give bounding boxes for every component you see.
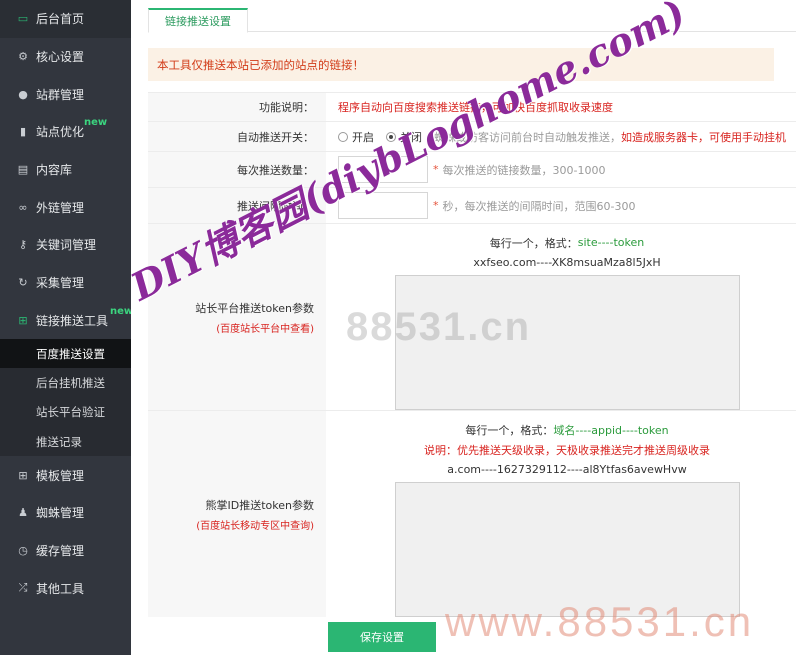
shuffle-icon: ⤮ <box>18 581 28 595</box>
example-line: xxfseo.com----XK8msuaMza8l5JxH <box>473 256 661 270</box>
sidebar-item-label: 模板管理 <box>36 468 85 483</box>
sidebar-item-label: 站群管理 <box>36 87 85 102</box>
row-webmaster-token: 站长平台推送token参数 (百度站长平台中查看) 每行一个，格式： site-… <box>148 223 796 411</box>
example-line: a.com----1627329112----al8Ytfas6avewHvw <box>447 463 687 477</box>
row-push-count: 每次推送数量： * 每次推送的链接数量，300-1000 <box>148 151 796 187</box>
field-label-group: 熊掌ID推送token参数 (百度站长移动专区中查询) <box>148 411 326 617</box>
new-badge: new <box>84 117 108 129</box>
sidebar-item-label: 关键词管理 <box>36 238 97 253</box>
windows-icon: ⊞ <box>18 313 28 327</box>
webmaster-token-textarea[interactable] <box>394 274 740 411</box>
field-label: 推送间隔时间： <box>148 188 326 223</box>
tab-bar: 链接推送设置 <box>148 8 796 33</box>
sidebar-item-label: 其他工具 <box>36 581 85 596</box>
push-interval-input[interactable] <box>338 192 428 219</box>
field-sub-hint: (百度站长移动专区中查询) <box>196 520 314 532</box>
sidebar-item-label: 蜘蛛管理 <box>36 506 85 521</box>
bar-chart-icon: ▮ <box>19 125 27 139</box>
row-auto-push: 自动推送开关： 开启 关闭 蜘蛛或访客访问前台时自动触发推送， 如造成服务器卡，… <box>148 121 796 151</box>
subnav-baidu-push[interactable]: 百度推送设置 <box>0 339 131 369</box>
notice-banner: 本工具仅推送本站已添加的站点的链接！ <box>148 48 774 81</box>
subnav-push-log[interactable]: 推送记录 <box>0 427 131 456</box>
sidebar-item-content-library[interactable]: ▤ 内容库 <box>0 151 131 189</box>
sidebar-item-label: 缓存管理 <box>36 544 85 559</box>
android-icon: ♟ <box>18 506 28 520</box>
sidebar: ▭ 后台首页 ⚙ 核心设置 ● 站群管理 ▮ 站点优化 new ▤ 内容库 ∞ … <box>0 0 134 655</box>
format-line: 每行一个，格式： 域名----appid----token <box>465 420 668 440</box>
sidebar-item-label: 核心设置 <box>36 50 85 65</box>
sidebar-item-label: 后台首页 <box>36 12 85 27</box>
sidebar-item-label: 外链管理 <box>36 200 85 215</box>
refresh-icon: ↻ <box>18 276 28 290</box>
save-area: 保存设置 <box>328 622 436 652</box>
field-label: 功能说明： <box>148 93 326 121</box>
xzh-token-textarea[interactable] <box>394 481 740 617</box>
sidebar-item-keywords[interactable]: ⚷ 关键词管理 <box>0 226 131 264</box>
format-text: site----token <box>577 236 645 250</box>
tab-link-push-settings[interactable]: 链接推送设置 <box>148 8 248 33</box>
auto-push-hint: 蜘蛛或访客访问前台时自动触发推送， <box>434 130 621 144</box>
sidebar-item-cache[interactable]: ◷ 缓存管理 <box>0 532 131 570</box>
windows-icon: ⊞ <box>18 468 28 482</box>
key-icon: ⚷ <box>18 238 28 252</box>
sidebar-item-label: 内容库 <box>36 163 73 178</box>
field-label-group: 站长平台推送token参数 (百度站长平台中查看) <box>148 224 326 410</box>
radio-circle-icon <box>338 131 348 142</box>
sidebar-item-other-tools[interactable]: ⤮ 其他工具 <box>0 569 131 607</box>
sidebar-item-external-links[interactable]: ∞ 外链管理 <box>0 188 131 226</box>
document-icon: ▤ <box>17 163 29 177</box>
sidebar-item-label: 采集管理 <box>36 276 85 291</box>
field-label: 自动推送开关： <box>148 122 326 151</box>
auto-push-hint-warning: 如造成服务器卡，可使用手动挂机 <box>621 130 786 144</box>
format-text: 域名----appid----token <box>553 423 669 437</box>
user-icon: ● <box>18 87 28 101</box>
format-line: 每行一个，格式： site----token <box>490 233 645 253</box>
push-interval-hint: 秒，每次推送的间隔时间，范围60-300 <box>442 199 636 213</box>
radio-checked-icon <box>386 131 396 142</box>
radio-on[interactable]: 开启 <box>338 129 374 145</box>
format-prefix: 每行一个，格式： <box>489 236 578 250</box>
sidebar-item-label: 链接推送工具 <box>36 313 109 328</box>
clock-icon: ◷ <box>18 544 28 558</box>
sidebar-item-templates[interactable]: ⊞ 模板管理 <box>0 456 131 494</box>
new-badge: new <box>110 305 134 317</box>
description-text: 程序自动向百度搜索推送链接，可加快百度抓取收录速度 <box>338 101 613 114</box>
app-window: ▭ 后台首页 ⚙ 核心设置 ● 站群管理 ▮ 站点优化 new ▤ 内容库 ∞ … <box>0 0 796 655</box>
subnav-background-push[interactable]: 后台挂机推送 <box>0 368 131 397</box>
gear-icon: ⚙ <box>18 50 28 64</box>
sidebar-item-site-group[interactable]: ● 站群管理 <box>0 75 131 113</box>
push-count-hint: 每次推送的链接数量，300-1000 <box>442 163 606 177</box>
sidebar-item-core-settings[interactable]: ⚙ 核心设置 <box>0 38 131 76</box>
row-description: 功能说明： 程序自动向百度搜索推送链接，可加快百度抓取收录速度 <box>148 92 796 121</box>
save-button[interactable]: 保存设置 <box>328 622 436 652</box>
field-label: 站长平台推送token参数 <box>195 301 314 315</box>
sidebar-item-site-optimize[interactable]: ▮ 站点优化 new <box>0 113 131 151</box>
sidebar-item-link-push[interactable]: ⊞ 链接推送工具 new <box>0 302 134 340</box>
sidebar-item-label: 站点优化 <box>36 125 85 140</box>
sidebar-item-spiders[interactable]: ♟ 蜘蛛管理 <box>0 494 131 532</box>
push-count-input[interactable] <box>338 156 428 183</box>
required-star-icon: * <box>433 199 439 212</box>
priority-note: 说明：优先推送天级收录，天极收录推送完才推送周级收录 <box>424 443 710 457</box>
sidebar-item-home[interactable]: ▭ 后台首页 <box>0 0 131 38</box>
required-star-icon: * <box>433 163 439 176</box>
radio-label: 开启 <box>352 130 374 144</box>
format-prefix: 每行一个，格式： <box>465 423 554 437</box>
main-content: 链接推送设置 本工具仅推送本站已添加的站点的链接！ 功能说明： 程序自动向百度搜… <box>131 0 796 655</box>
row-push-interval: 推送间隔时间： * 秒，每次推送的间隔时间，范围60-300 <box>148 187 796 223</box>
field-label: 熊掌ID推送token参数 <box>205 498 314 512</box>
sidebar-item-collect[interactable]: ↻ 采集管理 <box>0 264 131 302</box>
monitor-icon: ▭ <box>17 12 29 26</box>
radio-label: 关闭 <box>400 130 422 144</box>
field-label: 每次推送数量： <box>148 152 326 187</box>
link-icon: ∞ <box>18 200 28 214</box>
row-xzh-token: 熊掌ID推送token参数 (百度站长移动专区中查询) 每行一个，格式： 域名-… <box>148 410 796 617</box>
sidebar-subnav: 百度推送设置 后台挂机推送 站长平台验证 推送记录 <box>0 339 131 457</box>
radio-off[interactable]: 关闭 <box>386 129 422 145</box>
subnav-webmaster-verify[interactable]: 站长平台验证 <box>0 398 131 427</box>
field-sub-hint: (百度站长平台中查看) <box>216 323 314 335</box>
settings-form: 功能说明： 程序自动向百度搜索推送链接，可加快百度抓取收录速度 自动推送开关： … <box>148 92 796 617</box>
